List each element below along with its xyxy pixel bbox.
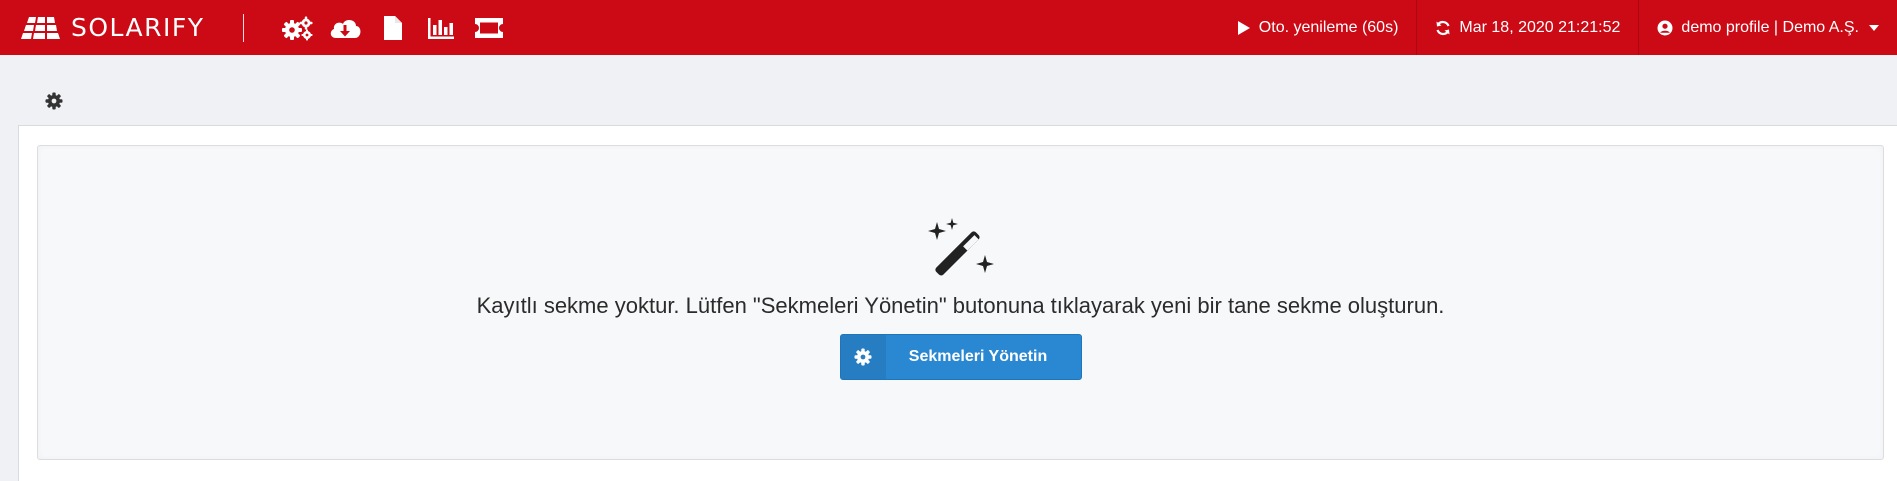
brand-divider (242, 13, 244, 42)
manage-tabs-button-label: Sekmeleri Yönetin (908, 348, 1048, 365)
empty-state: Kayıtlı sekme yoktur. Lütfen "Sekmeleri … (38, 216, 1883, 380)
auto-refresh-label: Oto. yenileme (60s) (1258, 18, 1399, 36)
magic-wand-icon (927, 218, 994, 276)
brand[interactable]: SOLARIFY (21, 0, 205, 55)
play-icon (1237, 20, 1250, 35)
caret-down-icon (1869, 24, 1879, 31)
empty-state-card: Kayıtlı sekme yoktur. Lütfen "Sekmeleri … (37, 145, 1884, 460)
solar-panel-logo-icon (21, 16, 60, 39)
file-icon[interactable] (376, 13, 410, 43)
auto-refresh-toggle[interactable]: Oto. yenileme (60s) (1219, 0, 1417, 55)
profile-label: demo profile | Demo A.Ş. (1681, 18, 1859, 36)
ticket-icon[interactable] (472, 13, 506, 43)
refresh-icon (1436, 20, 1450, 35)
refresh-button[interactable]: Mar 18, 2020 21:21:52 (1416, 0, 1638, 55)
brand-name: SOLARIFY (71, 13, 205, 42)
cloud-download-icon[interactable] (328, 13, 362, 43)
gear-icon (840, 335, 886, 379)
toolbar (280, 13, 520, 43)
bar-chart-icon[interactable] (424, 13, 458, 43)
last-refresh-time: Mar 18, 2020 21:21:52 (1459, 18, 1621, 36)
manage-tabs-button[interactable]: Sekmeleri Yönetin (839, 334, 1082, 380)
user-circle-icon (1657, 20, 1673, 35)
profile-dropdown[interactable]: demo profile | Demo A.Ş. (1638, 0, 1897, 55)
cogs-icon[interactable] (280, 13, 314, 43)
top-navbar: SOLARIFY Oto. yenileme (60s) Mar 18, 202… (0, 0, 1897, 55)
tab-settings-gear-icon[interactable] (44, 91, 64, 111)
navbar-right: Oto. yenileme (60s) Mar 18, 2020 21:21:5… (1219, 0, 1897, 55)
tab-bar (0, 55, 1897, 125)
tab-content-panel: Kayıtlı sekme yoktur. Lütfen "Sekmeleri … (18, 125, 1897, 481)
empty-state-message: Kayıtlı sekme yoktur. Lütfen "Sekmeleri … (476, 293, 1445, 318)
